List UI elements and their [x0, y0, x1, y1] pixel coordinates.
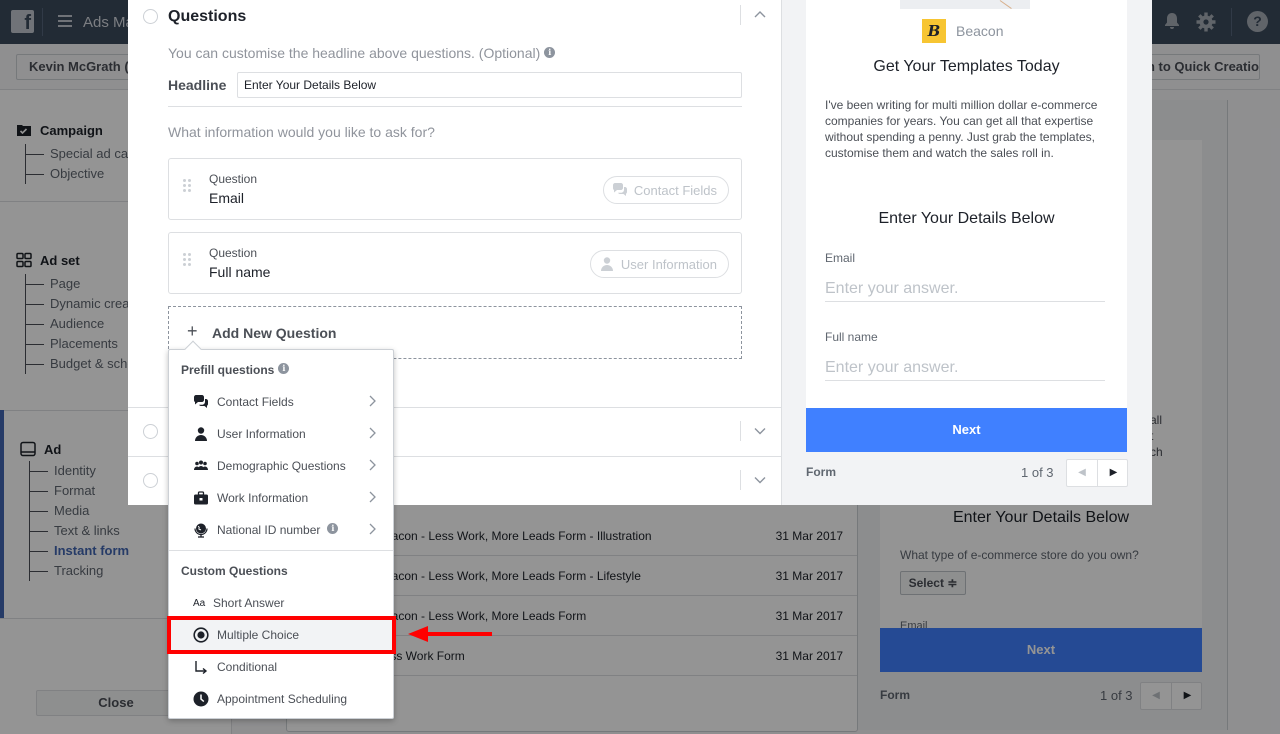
menu-item-label: Contact Fields	[217, 395, 294, 409]
drag-handle-icon[interactable]	[183, 179, 193, 195]
chevron-down-icon[interactable]	[752, 472, 768, 488]
menu-heading-prefill: Prefill questions i	[181, 363, 290, 377]
preview-form-headline: Enter Your Details Below	[878, 210, 1055, 227]
highlight-annotation-box	[167, 616, 396, 654]
question-value: Full name	[209, 264, 271, 280]
menu-item-label: Short Answer	[213, 596, 285, 610]
plus-icon: +	[187, 321, 198, 341]
menu-item-appointment-scheduling[interactable]: Appointment Scheduling	[169, 683, 393, 715]
hint-text: You can customise the headline above que…	[168, 45, 541, 61]
person-icon	[193, 426, 209, 442]
section-status-radio	[143, 424, 158, 439]
info-icon[interactable]: i	[544, 47, 556, 58]
chevron-right-icon	[368, 489, 378, 505]
page-indicator: 1 of 3	[1021, 465, 1054, 480]
chevron-up-icon[interactable]	[752, 6, 768, 22]
tag-label: User Information	[620, 256, 717, 272]
menu-heading-label: Prefill questions	[181, 363, 275, 377]
question-label: Question	[209, 246, 258, 260]
preview-pager: ◀ ▶	[1066, 459, 1128, 487]
chat-bubbles-icon	[193, 394, 209, 410]
headline-input[interactable]	[237, 72, 742, 98]
chat-bubbles-icon	[612, 182, 628, 198]
briefcase-icon	[193, 490, 209, 506]
menu-item-national-id-number[interactable]: National ID number i	[169, 514, 393, 546]
person-icon	[599, 256, 615, 272]
chevron-right-icon	[368, 425, 378, 441]
menu-item-demographic-questions[interactable]: Demographic Questions	[169, 450, 393, 482]
divider	[168, 106, 742, 107]
section-title: Questions	[168, 8, 247, 25]
cover-image	[900, 0, 1030, 9]
clock-icon	[193, 691, 209, 707]
add-question-menu: Prefill questions i Contact Fields User I…	[168, 340, 394, 719]
menu-item-label: Work Information	[217, 491, 309, 505]
text-aa-icon: Aa	[193, 598, 206, 609]
headline-hint: You can customise the headline above que…	[168, 45, 556, 61]
field-label: Email	[825, 251, 856, 265]
menu-item-label: Appointment Scheduling	[217, 692, 348, 706]
question-card[interactable]: Question Email Contact Fields	[168, 158, 742, 220]
annotation-arrow-shaft	[425, 632, 492, 636]
chevron-right-icon	[368, 521, 378, 537]
menu-item-work-information[interactable]: Work Information	[169, 482, 393, 514]
people-group-icon	[193, 458, 209, 474]
menu-item-contact-fields[interactable]: Contact Fields	[169, 386, 393, 418]
menu-item-user-information[interactable]: User Information	[169, 418, 393, 450]
chevron-right-icon	[368, 393, 378, 409]
menu-item-label: Conditional	[217, 660, 278, 674]
divider	[740, 5, 741, 25]
question-type-tag: Contact Fields	[602, 176, 729, 204]
brand-logo: B	[922, 19, 946, 43]
preview-title: Get Your Templates Today	[873, 58, 1060, 75]
divider	[740, 470, 741, 490]
divider	[740, 421, 741, 441]
menu-item-label: Demographic Questions	[217, 459, 346, 473]
branch-arrow-icon	[193, 659, 209, 675]
add-question-label: Add New Question	[212, 325, 337, 341]
menu-item-label: National ID number i	[217, 523, 339, 537]
question-type-tag: User Information	[589, 250, 729, 278]
full-name-field[interactable]	[825, 355, 1105, 381]
section-status-radio	[143, 473, 158, 488]
prev-page-icon[interactable]: ◀	[1067, 460, 1098, 486]
divider	[169, 550, 393, 551]
form-preview-phone: B Beacon Get Your Templates Today I've b…	[806, 0, 1127, 408]
info-icon[interactable]: i	[327, 523, 339, 534]
question-card[interactable]: Question Full name User Information	[168, 232, 742, 294]
next-button[interactable]: Next	[806, 408, 1127, 452]
ask-prompt: What information would you like to ask f…	[168, 124, 435, 140]
next-page-icon[interactable]: ▶	[1098, 460, 1129, 486]
menu-item-label: User Information	[217, 427, 306, 441]
menu-item-short-answer[interactable]: Aa Short Answer	[169, 587, 393, 619]
brand-name: Beacon	[956, 23, 1004, 39]
annotation-arrow-head	[408, 626, 428, 642]
headline-label: Headline	[168, 77, 227, 93]
globe-icon	[193, 522, 209, 538]
section-status-radio	[143, 9, 158, 24]
question-label: Question	[209, 172, 258, 186]
chevron-down-icon[interactable]	[752, 423, 768, 439]
preview-footer-label: Form	[806, 465, 836, 479]
menu-item-text: National ID number	[217, 523, 321, 537]
chevron-right-icon	[368, 457, 378, 473]
field-label: Full name	[825, 330, 878, 344]
info-icon[interactable]: i	[278, 363, 290, 374]
tag-label: Contact Fields	[633, 182, 717, 198]
preview-description: I've been writing for multi million doll…	[825, 98, 1098, 160]
email-field[interactable]	[825, 276, 1105, 302]
menu-item-conditional[interactable]: Conditional	[169, 651, 393, 683]
question-value: Email	[209, 190, 245, 206]
menu-heading-custom: Custom Questions	[181, 564, 288, 578]
drag-handle-icon[interactable]	[183, 253, 193, 269]
